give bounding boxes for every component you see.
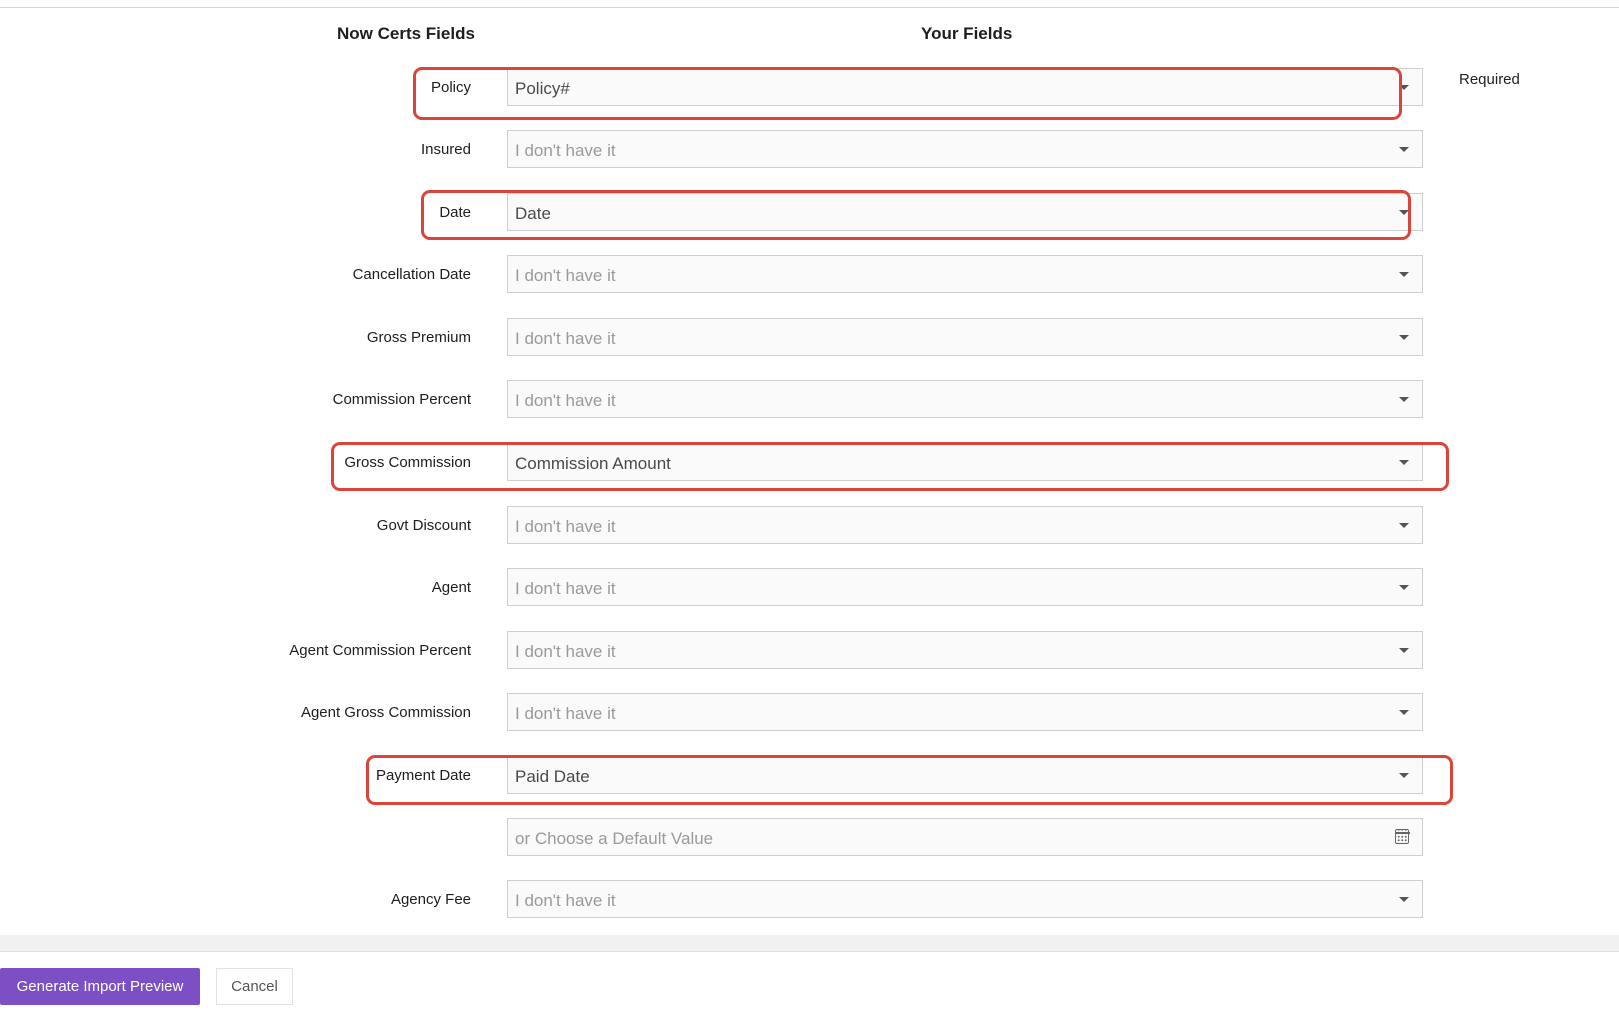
field-label: Cancellation Date: [352, 266, 471, 283]
selected-value: I don't have it: [515, 141, 616, 160]
now-certs-fields-header: Now Certs Fields: [337, 24, 475, 43]
selected-value: I don't have it: [515, 891, 616, 910]
mapping-row-gross-premium: Gross Premium I don't have it: [0, 318, 1619, 358]
top-divider: [0, 7, 1619, 8]
highlight-box: [366, 755, 1453, 805]
field-label: Agency Fee: [390, 891, 471, 908]
agent-select[interactable]: I don't have it: [507, 568, 1423, 606]
agent-gross-commission-select[interactable]: I don't have it: [507, 693, 1423, 731]
footer-divider: [0, 935, 1619, 952]
chevron-down-icon[interactable]: [1399, 648, 1409, 653]
commission-percent-select[interactable]: I don't have it: [507, 380, 1423, 418]
field-label: Agent: [431, 579, 471, 596]
agency-fee-select[interactable]: I don't have it: [507, 880, 1423, 918]
govt-discount-select[interactable]: I don't have it: [507, 506, 1423, 544]
mapping-row-agent-gross-commission: Agent Gross Commission I don't have it: [0, 693, 1619, 733]
selected-value: I don't have it: [515, 704, 616, 723]
chevron-down-icon[interactable]: [1399, 585, 1409, 590]
mapping-row-cancellation-date: Cancellation Date I don't have it: [0, 255, 1619, 295]
chevron-down-icon[interactable]: [1399, 147, 1409, 152]
gross-premium-select[interactable]: I don't have it: [507, 318, 1423, 356]
chevron-down-icon[interactable]: [1399, 897, 1409, 902]
highlight-box: [331, 442, 1449, 491]
field-label: Gross Premium: [366, 329, 471, 346]
mapping-row-govt-discount: Govt Discount I don't have it: [0, 506, 1619, 546]
mapping-row-agent: Agent I don't have it: [0, 568, 1619, 608]
chevron-down-icon[interactable]: [1399, 397, 1409, 402]
highlight-box: [421, 190, 1411, 240]
mapping-row-agency-fee: Agency Fee I don't have it: [0, 880, 1619, 920]
chevron-down-icon[interactable]: [1399, 710, 1409, 715]
insured-select[interactable]: I don't have it: [507, 130, 1423, 168]
default-value-date-input[interactable]: or Choose a Default Value: [507, 818, 1423, 856]
mapping-row-insured: Insured I don't have it: [0, 130, 1619, 170]
selected-value: I don't have it: [515, 266, 616, 285]
field-label: Agent Gross Commission: [300, 704, 471, 721]
mapping-row-agent-commission-percent: Agent Commission Percent I don't have it: [0, 631, 1619, 671]
chevron-down-icon[interactable]: [1399, 335, 1409, 340]
cancellation-date-select[interactable]: I don't have it: [507, 255, 1423, 293]
selected-value: I don't have it: [515, 579, 616, 598]
field-label: Agent Commission Percent: [289, 642, 471, 659]
field-label: Govt Discount: [376, 517, 471, 534]
your-fields-header: Your Fields: [921, 24, 1013, 43]
mapping-row-commission-percent: Commission Percent I don't have it: [0, 380, 1619, 420]
selected-value: I don't have it: [515, 329, 616, 348]
date-input-placeholder: or Choose a Default Value: [515, 829, 714, 848]
selected-value: I don't have it: [515, 517, 616, 536]
agent-commission-percent-select[interactable]: I don't have it: [507, 631, 1423, 669]
chevron-down-icon[interactable]: [1399, 523, 1409, 528]
field-label: Commission Percent: [332, 391, 471, 408]
mapping-row-payment-date-default: or Choose a Default Value: [0, 818, 1619, 858]
chevron-down-icon[interactable]: [1399, 272, 1409, 277]
highlight-box: [413, 67, 1402, 120]
selected-value: I don't have it: [515, 642, 616, 661]
cancel-button[interactable]: Cancel: [216, 968, 293, 1005]
field-label: Insured: [420, 141, 471, 158]
generate-import-preview-button[interactable]: Generate Import Preview: [0, 968, 200, 1005]
calendar-icon[interactable]: [1394, 829, 1410, 844]
selected-value: I don't have it: [515, 391, 616, 410]
